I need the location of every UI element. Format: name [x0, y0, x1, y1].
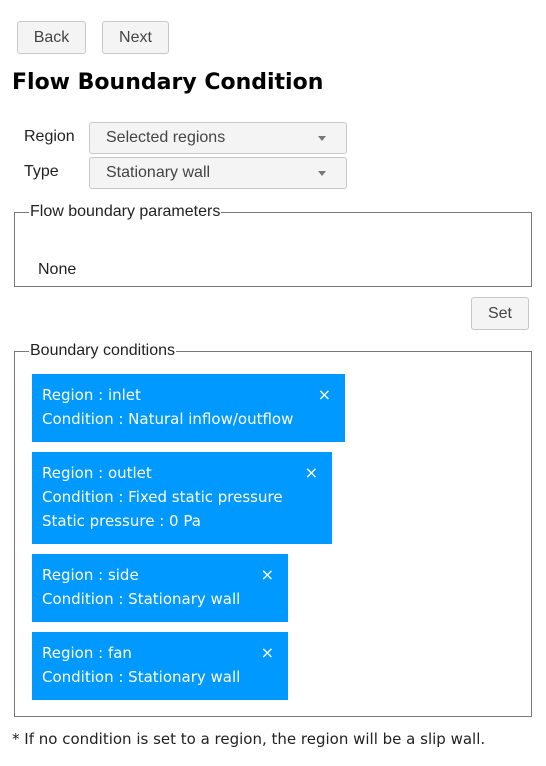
flow-boundary-parameters-group: Flow boundary parameters None: [14, 203, 532, 287]
set-button[interactable]: Set: [471, 297, 529, 330]
card-region: Region : inlet: [42, 386, 141, 404]
flow-boundary-parameters-legend: Flow boundary parameters: [30, 203, 221, 220]
region-select-value: Selected regions: [106, 129, 226, 146]
close-icon[interactable]: ×: [261, 564, 274, 586]
card-region: Region : side: [42, 566, 139, 584]
close-icon[interactable]: ×: [305, 462, 318, 484]
card-region: Region : fan: [42, 644, 132, 662]
region-label: Region: [24, 128, 75, 145]
card-condition: Condition : Stationary wall: [42, 668, 241, 686]
card-condition: Condition : Fixed static pressure: [42, 488, 283, 506]
boundary-condition-card: Region : inlet Condition : Natural inflo…: [32, 374, 345, 442]
close-icon[interactable]: ×: [318, 384, 331, 406]
card-region: Region : outlet: [42, 464, 152, 482]
close-icon[interactable]: ×: [261, 642, 274, 664]
footnote: * If no condition is set to a region, th…: [12, 730, 486, 748]
chevron-down-icon: [318, 171, 326, 176]
back-button[interactable]: Back: [17, 21, 86, 54]
card-static-pressure: Static pressure : 0 Pa: [42, 512, 201, 530]
type-label: Type: [24, 163, 59, 180]
type-select[interactable]: Stationary wall: [89, 157, 347, 189]
boundary-conditions-legend: Boundary conditions: [30, 342, 175, 359]
parameters-content: None: [38, 261, 77, 278]
page-title: Flow Boundary Condition: [12, 70, 324, 95]
card-condition: Condition : Stationary wall: [42, 590, 241, 608]
boundary-condition-card: Region : side Condition : Stationary wal…: [32, 554, 288, 622]
type-select-value: Stationary wall: [106, 164, 211, 181]
region-select[interactable]: Selected regions: [89, 122, 347, 154]
chevron-down-icon: [318, 136, 326, 141]
next-button[interactable]: Next: [102, 21, 169, 54]
boundary-condition-card: Region : outlet Condition : Fixed static…: [32, 452, 332, 544]
boundary-condition-card: Region : fan Condition : Stationary wall…: [32, 632, 288, 700]
card-condition: Condition : Natural inflow/outflow: [42, 410, 294, 428]
